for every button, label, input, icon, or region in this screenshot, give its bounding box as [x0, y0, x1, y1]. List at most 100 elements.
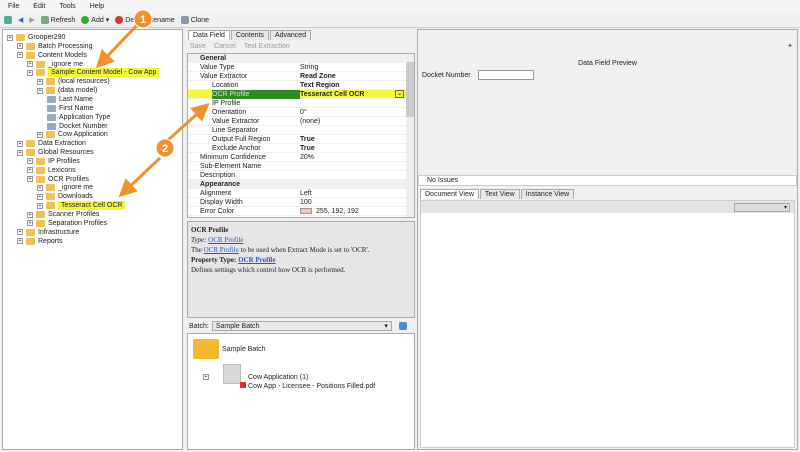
property-row[interactable]: OCR Profile Tesseract Cell OCR ⌄ — [188, 90, 406, 99]
tree-node[interactable]: + _ignore me — [37, 183, 93, 192]
property-category[interactable]: Appearance — [188, 180, 406, 189]
property-row[interactable]: IP Profile — [188, 99, 406, 108]
expand-icon[interactable]: + — [7, 34, 13, 41]
help-desc-link[interactable]: OCR Profile — [204, 246, 239, 254]
dropdown-button[interactable]: ⌄ — [395, 90, 404, 98]
forward-icon[interactable]: ▶ — [29, 16, 34, 24]
tree-node[interactable]: + Grooper290 — [7, 33, 65, 42]
property-value[interactable]: 20% — [300, 153, 314, 162]
property-row[interactable]: Line Separator — [188, 126, 406, 135]
property-value[interactable]: 255, 192, 192 — [316, 207, 359, 216]
tree-node[interactable]: + Scanner Profiles — [27, 210, 99, 219]
expand-icon[interactable]: + — [17, 229, 23, 236]
help-type-link[interactable]: OCR Profile — [208, 236, 243, 244]
property-value[interactable]: Left — [300, 189, 312, 198]
back-icon[interactable]: ◀ — [18, 16, 23, 24]
tree-node[interactable]: + Batch Processing — [17, 42, 92, 51]
tree-node[interactable]: + _ignore me — [27, 60, 83, 69]
tree-node[interactable]: + Infrastructure — [17, 228, 79, 237]
expand-icon[interactable]: + — [17, 140, 23, 147]
menu-tools[interactable]: Tools — [59, 3, 75, 10]
tab-text-view[interactable]: Text View — [479, 189, 520, 199]
batch-file[interactable]: Cow App - Licensee - Positions Filled.pd… — [248, 383, 375, 390]
property-row[interactable]: Sub-Element Name — [188, 162, 406, 171]
property-row[interactable]: Orientation 0° — [188, 108, 406, 117]
tab-advanced[interactable]: Advanced — [269, 30, 312, 40]
property-row[interactable]: Value Extractor Read Zone — [188, 72, 406, 81]
tree-node[interactable]: First Name — [47, 104, 93, 113]
document-viewer[interactable]: ▾ — [420, 200, 795, 448]
batch-tree[interactable]: Sample Batch + Cow Application (1) Cow A… — [187, 333, 415, 450]
viewer-dropdown[interactable]: ▾ — [734, 203, 790, 212]
batch-viewer-icon[interactable] — [398, 322, 407, 330]
expand-icon[interactable]: + — [27, 211, 33, 218]
menu-file[interactable]: File — [8, 3, 19, 10]
cancel-button[interactable]: Cancel — [214, 43, 236, 50]
property-row[interactable]: Description — [188, 171, 406, 180]
node-tree[interactable]: + Grooper290 + Batch Processing + Content Mod… — [2, 29, 183, 450]
tree-node[interactable]: + Global Resources — [17, 148, 94, 157]
tree-node[interactable]: Last Name — [47, 95, 93, 104]
tree-node[interactable]: + Cow Application — [37, 130, 108, 139]
expand-icon[interactable]: + — [37, 184, 43, 191]
property-value[interactable]: (none) — [300, 117, 320, 126]
expand-icon[interactable]: + — [17, 149, 23, 156]
expand-icon[interactable]: + — [27, 220, 33, 227]
property-value[interactable]: True — [300, 135, 315, 144]
help-ptype-link[interactable]: OCR Profile — [238, 256, 275, 264]
tree-node[interactable]: + Sample Content Model - Cow App — [27, 68, 160, 78]
tree-node[interactable]: + Tesseract Cell OCR — [37, 201, 126, 211]
property-row[interactable]: Minimum Confidence 20% — [188, 153, 406, 162]
menu-help[interactable]: Help — [90, 3, 104, 10]
property-value[interactable]: Read Zone — [300, 72, 336, 81]
property-value[interactable]: True — [300, 144, 315, 153]
tree-node[interactable]: Docket Number — [47, 122, 108, 131]
expand-icon[interactable]: + — [37, 131, 43, 138]
save-button[interactable]: Save — [190, 43, 206, 50]
tree-node[interactable]: + Data Extraction — [17, 139, 86, 148]
tree-node[interactable]: + Content Models — [17, 51, 87, 60]
settings-icon[interactable]: ✦ — [787, 42, 793, 50]
menu-edit[interactable]: Edit — [33, 3, 45, 10]
tab-contents[interactable]: Contents — [230, 30, 269, 40]
tree-node[interactable]: + (data model) — [37, 86, 97, 95]
tree-node[interactable]: + (local resources) — [37, 77, 110, 86]
batch-folder[interactable]: Cow Application (1) — [248, 374, 308, 381]
refresh-button[interactable]: Refresh — [40, 16, 75, 24]
property-row[interactable]: Display Width 100 — [188, 198, 406, 207]
rename-button[interactable]: Rename — [148, 17, 174, 24]
expand-icon[interactable]: + — [17, 52, 23, 59]
tree-node[interactable]: + Separation Profiles — [27, 219, 107, 228]
tree-node[interactable]: + Reports — [17, 237, 63, 246]
expand-icon[interactable]: + — [37, 87, 43, 94]
expand-icon[interactable]: + — [27, 167, 33, 174]
property-value[interactable]: String — [300, 63, 318, 72]
expand-icon[interactable]: + — [27, 176, 33, 183]
expand-icon[interactable]: + — [203, 374, 209, 380]
expand-icon[interactable]: + — [27, 61, 33, 68]
scrollbar[interactable] — [406, 54, 414, 217]
batch-root[interactable]: Sample Batch — [222, 346, 266, 353]
expand-icon[interactable]: + — [37, 78, 43, 85]
delete-button[interactable]: De — [115, 16, 134, 24]
expand-icon[interactable]: + — [27, 158, 33, 165]
test-extraction-button[interactable]: Test Extraction — [244, 43, 290, 50]
property-value[interactable]: Tesseract Cell OCR — [300, 90, 364, 99]
expand-icon[interactable]: + — [17, 238, 23, 245]
tree-icon[interactable] — [4, 16, 12, 24]
expand-icon[interactable]: + — [27, 69, 33, 76]
property-row[interactable]: Alignment Left — [188, 189, 406, 198]
expand-icon[interactable]: + — [37, 202, 43, 209]
tree-node[interactable]: + Downloads — [37, 192, 93, 201]
clone-button[interactable]: Clone — [180, 16, 209, 24]
property-row[interactable]: Exclude Anchor True — [188, 144, 406, 153]
expand-icon[interactable]: + — [17, 43, 23, 50]
tab-instance-view[interactable]: Instance View — [520, 189, 575, 199]
tab-document-view[interactable]: Document View — [420, 189, 479, 199]
tree-node[interactable]: + Lexicons — [27, 166, 76, 175]
property-row[interactable]: Output Full Region True — [188, 135, 406, 144]
property-value[interactable]: Text Region — [300, 81, 340, 90]
tree-node[interactable]: Application Type — [47, 113, 110, 122]
property-row[interactable]: Value Extractor (none) — [188, 117, 406, 126]
property-row[interactable]: Location Text Region — [188, 81, 406, 90]
